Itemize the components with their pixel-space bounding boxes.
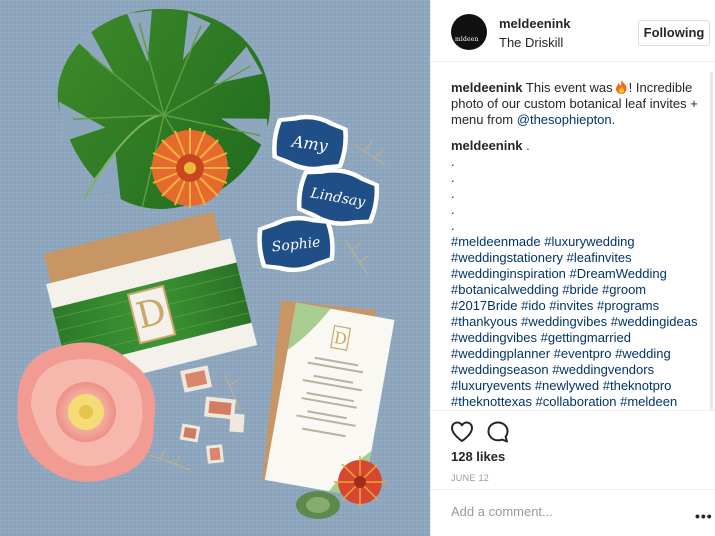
caption-mention-link[interactable]: @thesophiepton <box>517 112 612 127</box>
avatar-text: mldeen <box>455 36 479 43</box>
caption-username[interactable]: meldeenink <box>451 80 523 95</box>
caption-text-end: . <box>611 112 616 127</box>
more-options-button[interactable]: ••• <box>695 508 713 524</box>
hashtag-list[interactable]: #meldeenmade #luxurywedding #weddingstat… <box>451 234 713 410</box>
comment-username[interactable]: meldeenink <box>451 138 523 153</box>
comments-list[interactable]: meldeenink This event was! Incredible ph… <box>451 80 713 410</box>
avatar[interactable]: mldeen <box>451 14 487 50</box>
protea-flower <box>150 128 230 208</box>
caption-comment: meldeenink This event was! Incredible ph… <box>451 80 713 128</box>
post-photo[interactable]: Amy Lindsay Sophie D D <box>0 0 430 536</box>
add-comment-input[interactable] <box>451 504 671 519</box>
heart-icon[interactable] <box>449 419 475 445</box>
caption-text-start: This event was <box>525 80 613 95</box>
comment-text: . <box>526 138 530 153</box>
likes-count[interactable]: 128 likes <box>451 449 505 464</box>
comment-dot: . <box>451 154 455 169</box>
fire-emoji-icon <box>615 80 627 94</box>
post-username[interactable]: meldeenink <box>499 16 571 31</box>
post-date[interactable]: JUNE 12 <box>451 473 489 483</box>
following-button[interactable]: Following <box>638 20 710 46</box>
succulent <box>296 491 340 519</box>
comment-dot: . <box>451 218 455 233</box>
comment-dot: . <box>451 170 455 185</box>
hashtag-comment: meldeenink . . . . . . #meldeenmade #lux… <box>451 138 713 410</box>
photo-illustration: Amy Lindsay Sophie D D <box>0 0 430 536</box>
comment-dot: . <box>451 202 455 217</box>
comment-dot: . <box>451 186 455 201</box>
comment-form: ••• <box>431 489 715 536</box>
post-location[interactable]: The Driskill <box>499 35 563 50</box>
comment-icon[interactable] <box>485 419 511 445</box>
comments-scrollbar[interactable] <box>710 72 713 410</box>
comment-dots: . . . . . <box>451 154 713 234</box>
post-details-panel: mldeen meldeenink The Driskill Following… <box>430 0 715 536</box>
post-header: mldeen meldeenink The Driskill Following <box>431 0 715 62</box>
post-actions: 128 likes JUNE 12 ••• <box>431 410 715 536</box>
